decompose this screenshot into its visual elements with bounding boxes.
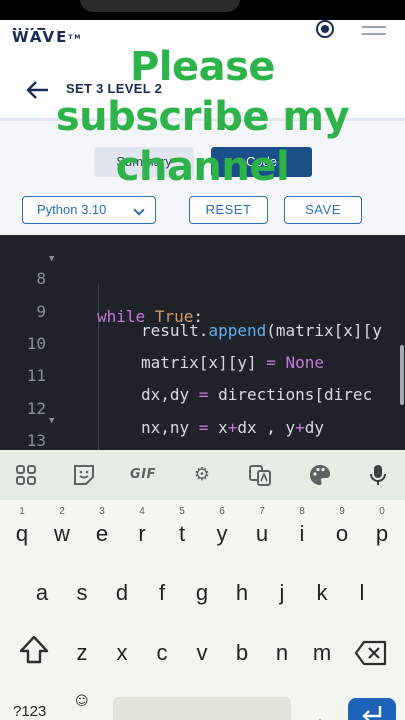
key-k[interactable]: k [303,571,341,615]
key-o[interactable]: 9o [323,506,361,556]
reset-button[interactable]: RESET [189,196,268,224]
key-g[interactable]: g [183,571,221,615]
backspace-icon[interactable] [354,640,388,666]
tabs-area: Summary Code Python 3.10 RESET SAVE [0,121,405,235]
key-d[interactable]: d [103,571,141,615]
key-q[interactable]: 1q [3,506,41,556]
key-c[interactable]: c [143,631,181,675]
shift-icon[interactable] [16,632,52,668]
settings-gear-icon[interactable]: ⚙ [190,463,214,487]
logo-line2: WAVE [12,28,69,46]
fold-arrow-icon[interactable]: ▼ [49,416,54,426]
key-z[interactable]: z [63,631,101,675]
key-p[interactable]: 0p [363,506,401,556]
emoji-icon[interactable]: ☺ [75,694,89,709]
key-v[interactable]: v [183,631,221,675]
code-line: 11 dx,dy = directions[direc [0,347,405,404]
tab-summary[interactable]: Summary [94,147,194,177]
key-i[interactable]: 8i [283,506,321,556]
code-editor[interactable]: 8 ▼ while True: 9 result.append(matrix[x… [0,235,405,450]
palette-icon[interactable] [308,463,332,487]
key-y[interactable]: 6y [203,506,241,556]
key-b[interactable]: b [223,631,261,675]
key-f[interactable]: f [143,571,181,615]
logo-tm: TM [68,34,83,41]
nxtwave-logo[interactable]: NXT WAVETM [12,26,82,45]
key-u[interactable]: 7u [243,506,281,556]
language-select-value: Python 3.10 [37,202,107,217]
key-m[interactable]: m [303,631,341,675]
code-line: 13 ▼ if not (0 <= nx < M and [0,412,405,450]
profile-icon[interactable] [316,20,334,38]
spacebar[interactable] [113,697,291,720]
key-w[interactable]: 2w [43,506,81,556]
question-bar: SET 3 LEVEL 2 [0,64,405,118]
symbols-key[interactable]: ?123 [13,703,46,720]
comma-key[interactable]: , [318,710,322,720]
chevron-down-icon [133,204,145,216]
hamburger-menu-icon[interactable] [362,26,386,36]
soft-keyboard: 1q 2w 3e 4r 5t 6y 7u 8i 9o 0p a s d f g … [0,500,405,720]
app-header: NXT WAVETM [0,20,405,64]
code-line: 8 ▼ while True: [0,250,405,326]
editor-scrollbar[interactable] [400,345,404,405]
enter-arrow-icon [362,706,382,720]
key-j[interactable]: j [263,571,301,615]
sticker-icon[interactable] [72,463,96,487]
fold-arrow-icon[interactable]: ▼ [49,254,54,264]
code-line: 12 nx,ny = x+dx , y+dy [0,380,405,437]
gif-button[interactable]: GIF [128,463,158,487]
tab-code[interactable]: Code [211,147,312,177]
back-arrow-icon[interactable] [26,80,50,100]
keyboard-toolbar: GIF ⚙ [0,450,405,500]
line-number: 13 [26,431,46,450]
key-a[interactable]: a [23,571,61,615]
language-select[interactable]: Python 3.10 [22,196,156,224]
enter-key[interactable] [348,698,396,720]
key-h[interactable]: h [223,571,261,615]
key-n[interactable]: n [263,631,301,675]
translate-icon[interactable] [248,463,272,487]
key-l[interactable]: l [343,571,381,615]
microphone-icon[interactable] [366,463,390,487]
key-e[interactable]: 3e [83,506,121,556]
code-line: 10 matrix[x][y] = None [0,315,405,372]
key-r[interactable]: 4r [123,506,161,556]
key-s[interactable]: s [63,571,101,615]
apps-grid-icon[interactable] [14,463,38,487]
screen: NXT WAVETM SET 3 LEVEL 2 Summary Code Py… [0,0,405,720]
status-pill [80,0,240,12]
save-button[interactable]: SAVE [284,196,362,224]
key-t[interactable]: 5t [163,506,201,556]
key-x[interactable]: x [103,631,141,675]
page-title: SET 3 LEVEL 2 [66,81,163,96]
code-line: 9 result.append(matrix[x][y [0,283,405,340]
status-bar [0,0,405,20]
